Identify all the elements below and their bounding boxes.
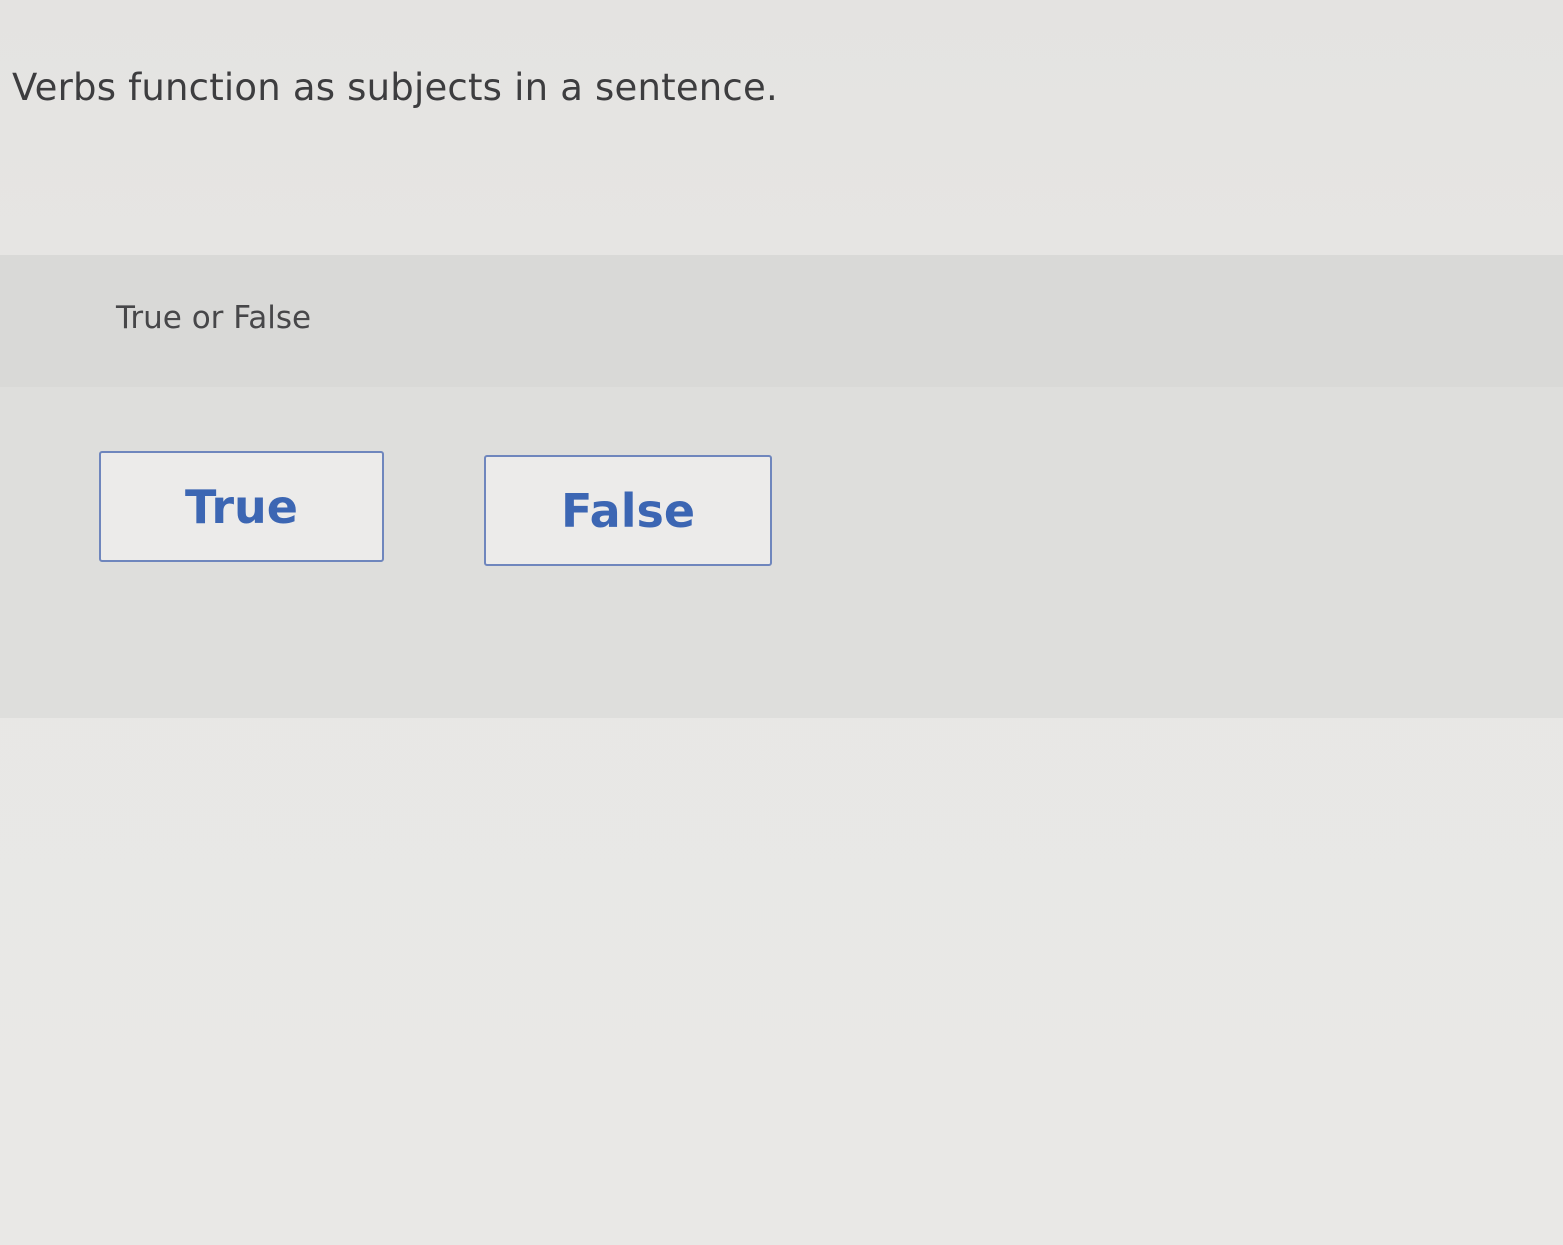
answer-header: True or False [0,255,1563,387]
true-or-false-label: True or False [116,300,312,336]
question-text: Verbs function as subjects in a sentence… [12,66,778,109]
answer-panel: True or False True False [0,255,1563,718]
false-button[interactable]: False [484,455,772,566]
true-button[interactable]: True [99,451,384,562]
